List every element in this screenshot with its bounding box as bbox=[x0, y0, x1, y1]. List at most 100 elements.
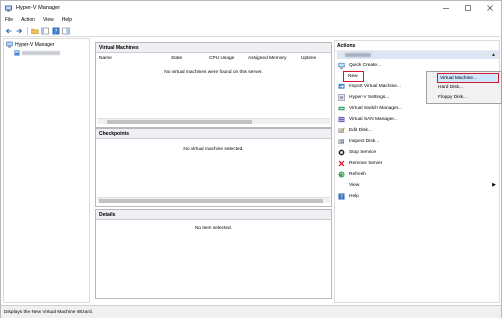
hyperv-app-icon bbox=[5, 4, 12, 11]
checkpoints-scroll-thumb[interactable] bbox=[99, 199, 323, 203]
close-icon bbox=[487, 5, 493, 11]
action-label: Virtual SAN Manager... bbox=[349, 116, 398, 122]
tree-server-item[interactable] bbox=[14, 50, 60, 56]
action-label: Remove Server bbox=[349, 160, 383, 166]
menu-view[interactable]: View bbox=[43, 17, 54, 23]
details-pane: Details No item selected. bbox=[95, 209, 332, 299]
toolbar-separator bbox=[27, 26, 28, 35]
action-stop-service[interactable]: Stop Service bbox=[337, 147, 499, 157]
action-label: Refresh bbox=[349, 171, 366, 177]
svg-text:?: ? bbox=[340, 194, 343, 199]
flyout-virtual-machine[interactable]: Virtual Machine... bbox=[437, 73, 499, 83]
action-new[interactable]: New bbox=[343, 71, 364, 82]
switch-icon bbox=[338, 105, 345, 112]
tree-root-label: Hyper-V Manager bbox=[15, 41, 55, 48]
back-button[interactable] bbox=[4, 26, 13, 35]
maximize-icon bbox=[465, 5, 471, 11]
action-label: Help bbox=[349, 193, 359, 199]
import-icon bbox=[338, 83, 345, 90]
vm-horizontal-scrollbar[interactable] bbox=[97, 118, 330, 124]
column-cpu-usage[interactable]: CPU Usage bbox=[206, 56, 245, 61]
server-name-redacted bbox=[345, 53, 371, 57]
quick-create-icon bbox=[338, 62, 345, 69]
console-tree: Hyper-V Manager bbox=[3, 38, 90, 303]
hyperv-manager-icon bbox=[6, 41, 13, 48]
submenu-arrow-icon: ▶ bbox=[492, 182, 496, 188]
collapse-up-icon[interactable]: ▲ bbox=[491, 52, 496, 58]
properties-button[interactable] bbox=[62, 26, 71, 35]
help-icon: ? bbox=[338, 192, 345, 200]
refresh-icon bbox=[338, 171, 345, 178]
action-label: View bbox=[349, 182, 360, 188]
properties-icon bbox=[62, 27, 70, 34]
action-remove-server[interactable]: Remove Server bbox=[337, 158, 499, 168]
menu-action[interactable]: Action bbox=[21, 17, 35, 23]
help-icon: ? bbox=[52, 27, 59, 35]
action-label: Import Virtual Machine... bbox=[349, 83, 401, 89]
action-label: Inspect Disk... bbox=[349, 138, 380, 144]
svg-text:?: ? bbox=[54, 28, 57, 35]
checkpoints-pane: Checkpoints No virtual machine selected. bbox=[95, 128, 332, 207]
checkpoints-horizontal-scrollbar[interactable] bbox=[97, 197, 330, 203]
flyout-hard-disk[interactable]: Hard Disk... bbox=[438, 85, 463, 90]
remove-icon bbox=[338, 160, 345, 167]
action-refresh[interactable]: Refresh bbox=[337, 169, 499, 179]
details-header: Details bbox=[96, 210, 331, 220]
folder-icon bbox=[30, 28, 39, 34]
flyout-item-label: Virtual Machine... bbox=[440, 75, 477, 81]
minimize-button[interactable] bbox=[435, 1, 457, 15]
title-bar: Hyper-V Manager bbox=[1, 1, 501, 15]
edit-disk-icon bbox=[338, 127, 345, 134]
action-help[interactable]: ? Help bbox=[337, 191, 499, 201]
close-button[interactable] bbox=[479, 1, 501, 15]
menu-help[interactable]: Help bbox=[62, 17, 72, 23]
server-name-redacted bbox=[22, 51, 60, 55]
stop-icon bbox=[338, 149, 345, 156]
inspect-disk-icon bbox=[338, 138, 345, 145]
action-edit-disk[interactable]: Edit Disk... bbox=[337, 125, 499, 135]
tree-root-item[interactable]: Hyper-V Manager bbox=[6, 41, 54, 48]
server-icon bbox=[14, 50, 20, 56]
status-bar: Displays the New Virtual Machine Wizard. bbox=[1, 305, 501, 318]
settings-icon bbox=[338, 93, 345, 101]
action-view[interactable]: View ▶ bbox=[337, 180, 499, 190]
column-name[interactable]: Name bbox=[96, 56, 168, 61]
up-folder-button[interactable] bbox=[30, 26, 39, 35]
vm-column-headers: Name State CPU Usage Assigned Memory Upt… bbox=[96, 53, 331, 63]
status-text: Displays the New Virtual Machine Wizard. bbox=[4, 309, 93, 315]
san-icon bbox=[338, 116, 345, 123]
maximize-button[interactable] bbox=[457, 1, 479, 15]
details-empty-message: No item selected. bbox=[194, 226, 233, 231]
actions-header: Actions bbox=[335, 41, 499, 51]
forward-arrow-icon bbox=[16, 28, 23, 33]
action-quick-create[interactable]: Quick Create... bbox=[337, 60, 499, 70]
actions-server-section[interactable]: ▲ bbox=[337, 51, 499, 59]
help-toolbar-button[interactable]: ? bbox=[51, 26, 60, 35]
action-virtual-switch-manager[interactable]: Virtual Switch Manager... bbox=[337, 103, 499, 113]
window-title: Hyper-V Manager bbox=[16, 5, 61, 11]
vm-scroll-thumb[interactable] bbox=[107, 120, 252, 124]
checkpoints-empty-message: No virtual machine selected. bbox=[183, 147, 244, 152]
action-label: Edit Disk... bbox=[349, 127, 372, 133]
center-panes: Virtual Machines Name State CPU Usage As… bbox=[95, 42, 332, 299]
virtual-machines-header: Virtual Machines bbox=[96, 43, 331, 53]
action-label: Hyper-V Settings... bbox=[349, 94, 390, 100]
console-tree-button[interactable] bbox=[41, 26, 50, 35]
column-uptime[interactable]: Uptime bbox=[298, 56, 328, 61]
new-flyout-menu: Virtual Machine... Hard Disk... Floppy D… bbox=[426, 71, 502, 104]
column-assigned-memory[interactable]: Assigned Memory bbox=[245, 56, 298, 61]
action-label: Virtual Switch Manager... bbox=[349, 105, 402, 111]
forward-button[interactable] bbox=[15, 26, 24, 35]
flyout-floppy-disk[interactable]: Floppy Disk... bbox=[438, 95, 467, 100]
action-virtual-san-manager[interactable]: Virtual SAN Manager... bbox=[337, 114, 499, 124]
menu-file[interactable]: File bbox=[5, 17, 13, 23]
action-new-label: New bbox=[348, 74, 358, 79]
action-inspect-disk[interactable]: Inspect Disk... bbox=[337, 136, 499, 146]
menu-bar: File Action View Help bbox=[1, 15, 501, 25]
column-state[interactable]: State bbox=[168, 56, 206, 61]
virtual-machines-pane: Virtual Machines Name State CPU Usage As… bbox=[95, 42, 332, 128]
toolbar: ? bbox=[1, 25, 501, 37]
vm-empty-message: No virtual machines were found on this s… bbox=[164, 70, 263, 75]
back-arrow-icon bbox=[5, 28, 11, 33]
action-label: Stop Service bbox=[349, 149, 377, 155]
